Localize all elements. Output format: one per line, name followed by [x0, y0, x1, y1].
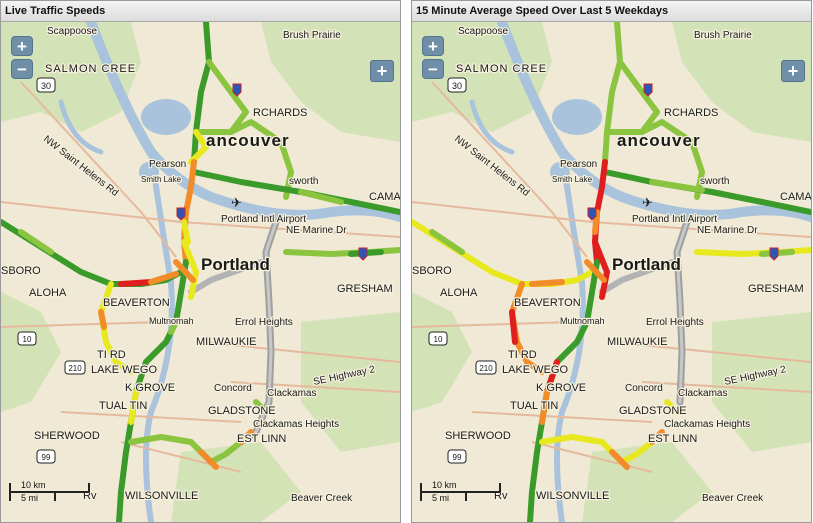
label-aloha: ALOHA — [440, 287, 478, 299]
label-west-linn: EST LINN — [648, 433, 697, 445]
label-errol-heights: Errol Heights — [646, 317, 704, 328]
map-canvas[interactable]: ✈ 30 10 210 99 Scappoose Brush Prairie S… — [412, 22, 811, 522]
average-speed-map[interactable]: ✈ 30 10 210 99 Scappoose Brush Prairie S… — [412, 22, 811, 522]
label-salmon-creek: SALMON CREE — [456, 63, 547, 75]
label-ne-marine: NE Marine Dr — [697, 225, 758, 236]
label-brush-prairie: Brush Prairie — [283, 30, 341, 41]
label-ellsworth: sworth — [289, 176, 318, 187]
label-multnomah: Multnomah — [560, 316, 605, 326]
svg-text:10: 10 — [23, 335, 32, 344]
live-traffic-panel: Live Traffic Speeds ✈ 30 10 210 99 Scapp… — [0, 0, 401, 523]
label-oak-grove: K GROVE — [125, 382, 175, 394]
freeway-no-data — [599, 218, 691, 406]
label-smith-lake: Smith Lake — [552, 175, 593, 184]
zoom-out-button[interactable]: − — [422, 59, 444, 79]
label-tigard: TI RD — [508, 349, 537, 361]
label-wilsonville: WILSONVILLE — [536, 490, 609, 502]
airport-icon: ✈ — [642, 195, 653, 210]
panel-title: 15 Minute Average Speed Over Last 5 Week… — [416, 5, 669, 17]
label-nw-st-helens: NW Saint Helens Rd — [452, 134, 531, 199]
label-milwaukie: MILWAUKIE — [607, 336, 668, 348]
label-hillsboro: SBORO — [1, 265, 41, 277]
lake-shape — [552, 99, 602, 135]
svg-text:30: 30 — [452, 81, 462, 91]
label-beaverton: BEAVERTON — [514, 297, 581, 309]
layer-switcher-button[interactable]: + — [370, 60, 394, 82]
scale-mi-label: 5 mi — [21, 493, 39, 503]
label-hillsboro: SBORO — [412, 265, 452, 277]
label-concord: Concord — [214, 383, 252, 394]
panel-title-bar: Live Traffic Speeds — [1, 1, 400, 22]
svg-text:210: 210 — [479, 364, 493, 373]
label-portland: Portland — [201, 255, 270, 274]
svg-text:210: 210 — [68, 364, 82, 373]
label-gladstone: GLADSTONE — [208, 405, 276, 417]
label-beaver-creek-1: Beaver Creek — [291, 493, 353, 504]
zoom-in-button[interactable]: + — [11, 36, 33, 56]
label-nw-st-helens: NW Saint Helens Rd — [41, 134, 120, 199]
label-tualatin: TUAL TIN — [510, 400, 558, 412]
svg-text:99: 99 — [453, 453, 462, 462]
layer-switcher-button[interactable]: + — [781, 60, 805, 82]
label-gresham: GRESHAM — [748, 283, 804, 295]
label-clackamas: Clackamas — [678, 388, 727, 399]
panel-title-bar: 15 Minute Average Speed Over Last 5 Week… — [412, 1, 811, 22]
zoom-in-button[interactable]: + — [422, 36, 444, 56]
scale-bar: 10 km 5 mi — [420, 480, 502, 504]
label-brush-prairie: Brush Prairie — [694, 30, 752, 41]
label-lake-oswego: LAKE WEGO — [91, 364, 157, 376]
label-portland-airport: Portland Intl Airport — [221, 214, 306, 225]
svg-text:30: 30 — [41, 81, 51, 91]
label-ne-marine: NE Marine Dr — [286, 225, 347, 236]
label-orchards: RCHARDS — [664, 107, 718, 119]
label-beaver-creek: Beaver Creek — [702, 493, 764, 504]
map-canvas[interactable]: ✈ 30 10 210 99 Scappoose Brush Prairie S… — [1, 22, 400, 522]
label-multnomah: Multnomah — [149, 316, 194, 326]
label-scappoose: Scappoose — [47, 26, 97, 37]
label-sherwood: SHERWOOD — [34, 430, 100, 442]
average-speed-panel: 15 Minute Average Speed Over Last 5 Week… — [411, 0, 812, 523]
label-west-linn: EST LINN — [237, 433, 286, 445]
label-scappoose: Scappoose — [458, 26, 508, 37]
scale-km-label: 10 km — [21, 480, 46, 490]
label-camas: CAMA — [369, 191, 400, 203]
label-clackamas-heights: Clackamas Heights — [664, 419, 750, 430]
label-portland: Portland — [612, 255, 681, 274]
label-sherwood: SHERWOOD — [445, 430, 511, 442]
label-concord: Concord — [625, 383, 663, 394]
label-beaverton: BEAVERTON — [103, 297, 170, 309]
label-portland-airport: Portland Intl Airport — [632, 214, 717, 225]
svg-text:10: 10 — [434, 335, 443, 344]
label-wilsonville: WILSONVILLE — [125, 490, 198, 502]
label-pearson: Pearson — [149, 159, 186, 170]
svg-text:99: 99 — [42, 453, 51, 462]
label-clackamas: Clackamas — [267, 388, 316, 399]
lake-shape — [141, 99, 191, 135]
label-oak-grove: K GROVE — [536, 382, 586, 394]
scale-km-label: 10 km — [432, 480, 457, 490]
label-clackamas-heights: Clackamas Heights — [253, 419, 339, 430]
label-gladstone: GLADSTONE — [619, 405, 687, 417]
zoom-out-button[interactable]: − — [11, 59, 33, 79]
label-orchards: RCHARDS — [253, 107, 307, 119]
scale-bar: 10 km 5 mi — [9, 480, 91, 504]
label-gresham: GRESHAM — [337, 283, 393, 295]
label-tualatin: TUAL TIN — [99, 400, 147, 412]
label-salmon-creek: SALMON CREE — [45, 63, 136, 75]
traffic-map[interactable]: ✈ 30 10 210 99 Scappoose Brush Prairie S… — [1, 22, 400, 522]
label-pearson: Pearson — [560, 159, 597, 170]
label-milwaukie: MILWAUKIE — [196, 336, 257, 348]
label-camas: CAMA — [780, 191, 811, 203]
airport-icon: ✈ — [231, 195, 242, 210]
label-smith-lake: Smith Lake — [141, 175, 182, 184]
label-ellsworth: sworth — [700, 176, 729, 187]
label-aloha: ALOHA — [29, 287, 67, 299]
label-vancouver: ancouver — [617, 131, 701, 150]
panel-title: Live Traffic Speeds — [5, 5, 106, 17]
label-tigard: TI RD — [97, 349, 126, 361]
label-vancouver: ancouver — [206, 131, 290, 150]
label-lake-oswego: LAKE WEGO — [502, 364, 568, 376]
label-errol-heights: Errol Heights — [235, 317, 293, 328]
scale-mi-label: 5 mi — [432, 493, 450, 503]
